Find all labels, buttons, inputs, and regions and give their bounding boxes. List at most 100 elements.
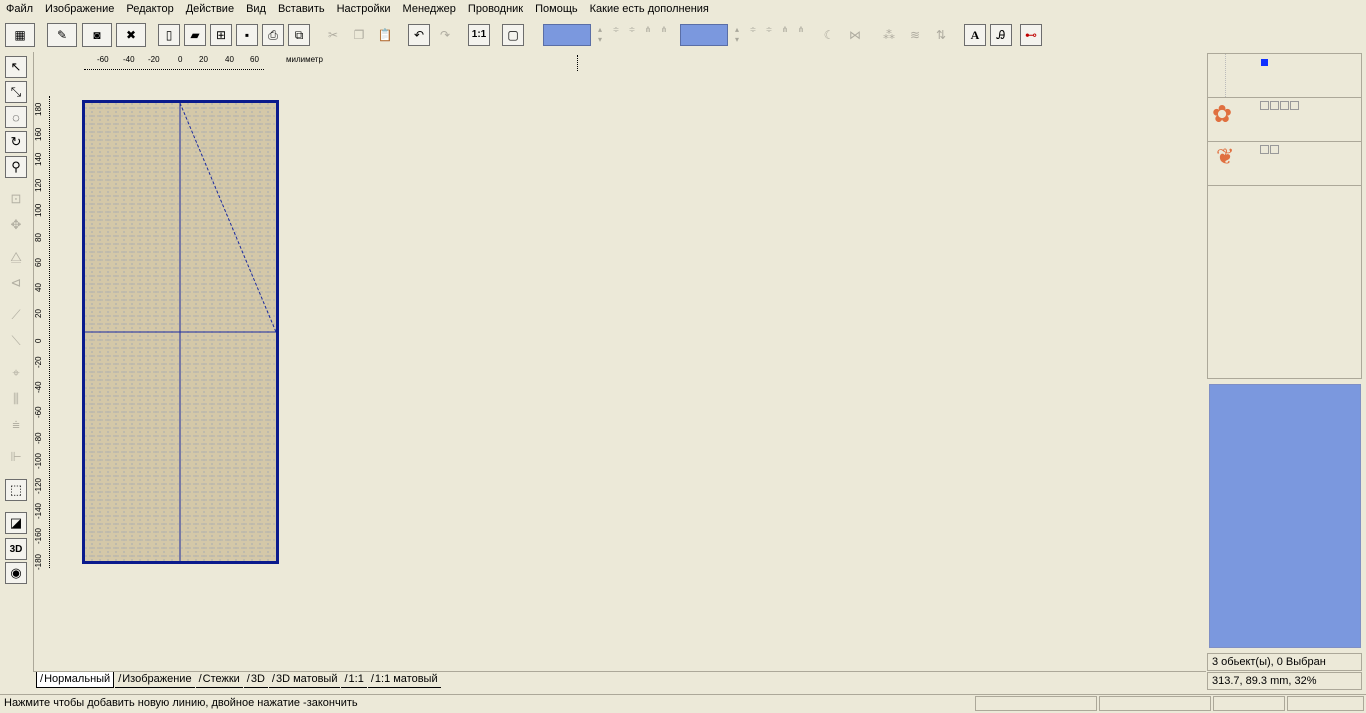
move-icon: ✥ <box>10 217 22 232</box>
mirror-v-tool[interactable]: ⊲ <box>5 272 27 294</box>
thread-boxes <box>1260 101 1299 110</box>
select-tool[interactable]: ↖ <box>5 56 27 78</box>
scan-image-button[interactable]: ◙ <box>82 23 112 47</box>
cross-stitch-button[interactable]: ✖ <box>116 23 146 47</box>
stitch-pull-icon: ⋔ <box>660 25 668 34</box>
object-list-panel: ✿ ❦ <box>1207 53 1362 379</box>
color-swatch-1[interactable] <box>543 24 591 46</box>
hoop-canvas[interactable] <box>82 100 279 564</box>
stitch-density-icon: ≑ <box>612 25 620 34</box>
undo-button[interactable]: ↶ <box>408 24 430 46</box>
rotate-icon: ↻ <box>10 134 22 149</box>
move-tool[interactable]: ✥ <box>5 214 27 236</box>
menu-help[interactable]: Помощь <box>529 0 584 19</box>
color-swatch-2[interactable] <box>680 24 728 46</box>
zoom-tool[interactable]: ⚲ <box>5 156 27 178</box>
align-v-tool[interactable]: ⩧ <box>5 414 27 436</box>
floral-design-icon: ❦ <box>1216 144 1235 169</box>
zoom-1to1-button[interactable]: 1:1 <box>468 24 490 46</box>
lasso-icon: ◌ <box>12 109 20 125</box>
export-button[interactable]: ⧉ <box>288 24 310 46</box>
print-button[interactable]: ⎙ <box>262 24 284 46</box>
menu-editor[interactable]: Редактор <box>120 0 179 19</box>
reshape-icon: ⤡ <box>10 84 22 99</box>
menu-image[interactable]: Изображение <box>39 0 120 19</box>
tab-normal[interactable]: Нормальный <box>36 672 115 688</box>
menu-addons[interactable]: Какие есть дополнения <box>584 0 715 19</box>
fill-button[interactable]: ⋈ <box>844 24 866 46</box>
vertical-ruler: 180 160 140 120 100 80 60 40 20 0 -20 -40 -60 -80 -100… <box>34 96 52 570</box>
align-h-tool[interactable]: ⫼ <box>5 388 27 410</box>
slant-tool[interactable]: ⟍ <box>5 330 27 352</box>
menu-insert[interactable]: Вставить <box>272 0 331 19</box>
object-list-item[interactable]: ❦ <box>1208 142 1361 186</box>
view-normal-tool[interactable]: ◪ <box>5 512 27 534</box>
object-list-item[interactable] <box>1208 54 1361 98</box>
folder-open-icon: ▰ <box>190 28 200 42</box>
menu-manager[interactable]: Менеджер <box>397 0 462 19</box>
new-file-button[interactable]: ▯ <box>158 24 180 46</box>
mirror-h-tool[interactable]: ⧋ <box>5 246 27 268</box>
fit-hoop-button[interactable]: ▢ <box>502 24 524 46</box>
reshape-tool[interactable]: ⤡ <box>5 81 27 103</box>
center-tool[interactable]: ⌖ <box>5 362 27 384</box>
menu-file[interactable]: Файл <box>0 0 39 19</box>
export-icon: ⧉ <box>294 28 304 42</box>
copy-button[interactable]: ❐ <box>348 24 370 46</box>
redo-button[interactable]: ↷ <box>434 24 456 46</box>
stitch-length-icon: ≑ <box>765 25 773 34</box>
thread-box <box>1270 145 1279 154</box>
resize-tool[interactable]: ⊡ <box>5 188 27 210</box>
digitize-button[interactable]: ✎ <box>47 23 77 47</box>
ruler-label: -60 <box>34 406 43 419</box>
menu-action[interactable]: Действие <box>180 0 240 19</box>
satin-button[interactable]: ☾ <box>818 24 840 46</box>
tab-3d[interactable]: 3D <box>243 672 268 688</box>
cut-button[interactable]: ✂ <box>322 24 344 46</box>
stitch-length-icon: ≑ <box>628 25 636 34</box>
menu-view[interactable]: Вид <box>240 0 272 19</box>
skew-tool[interactable]: ⟋ <box>5 304 27 326</box>
security-key-button[interactable]: ⊷ <box>1020 24 1042 46</box>
tab-1to1-matte[interactable]: 1:1 матовый <box>367 672 441 688</box>
ruler-label: 120 <box>34 178 43 192</box>
merge-file-icon: ⊞ <box>215 28 227 42</box>
thread-box <box>1290 101 1299 110</box>
eye-icon: ◉ <box>10 565 22 580</box>
merge-button[interactable]: ⊞ <box>210 24 232 46</box>
open-file-button[interactable]: ▰ <box>184 24 206 46</box>
ruler-label: 0 <box>34 338 43 343</box>
tab-1to1[interactable]: 1:1 <box>341 672 367 688</box>
lasso-tool[interactable]: ◌ <box>5 106 27 128</box>
sequence-button[interactable]: ⇅ <box>930 24 952 46</box>
mirror-vertical-icon: ⊲ <box>10 275 22 290</box>
run-button[interactable]: ⁂ <box>878 24 900 46</box>
design-library-button[interactable]: ▦ <box>5 23 35 47</box>
paste-button[interactable]: 📋 <box>374 24 396 46</box>
scissors-icon: ✂ <box>327 28 339 42</box>
ruler-label: 20 <box>199 55 208 64</box>
cross-stitch-icon: ✖ <box>125 28 137 42</box>
view-3d-tool[interactable]: 3D <box>5 538 27 560</box>
tab-3d-matte[interactable]: 3D матовый <box>268 672 341 688</box>
motif-icon: ≋ <box>909 28 921 42</box>
text-edit-button[interactable]: Ꭿ <box>990 24 1012 46</box>
ruler-label: 100 <box>34 203 43 217</box>
coords-status: 313.7, 89.3 mm, 32% <box>1207 672 1362 690</box>
select-object-tool[interactable]: ⬚ <box>5 479 27 501</box>
object-list-item[interactable]: ✿ <box>1208 98 1361 142</box>
ruler-label: 160 <box>34 127 43 142</box>
text-tool-button[interactable]: A <box>964 24 986 46</box>
motif-button[interactable]: ≋ <box>904 24 926 46</box>
thread-box <box>1260 101 1269 110</box>
arrange-tool[interactable]: ⊩ <box>5 446 27 468</box>
menu-settings[interactable]: Настройки <box>331 0 397 19</box>
rotate-tool[interactable]: ↻ <box>5 131 27 153</box>
ruler-label: 20 <box>34 308 43 318</box>
tab-stitches[interactable]: Стежки <box>195 672 243 688</box>
save-button[interactable]: ▪ <box>236 24 258 46</box>
tab-image[interactable]: Изображение <box>115 672 195 688</box>
view-realistic-tool[interactable]: ◉ <box>5 562 27 584</box>
menu-explorer[interactable]: Проводник <box>462 0 529 19</box>
thread-box <box>1280 101 1289 110</box>
